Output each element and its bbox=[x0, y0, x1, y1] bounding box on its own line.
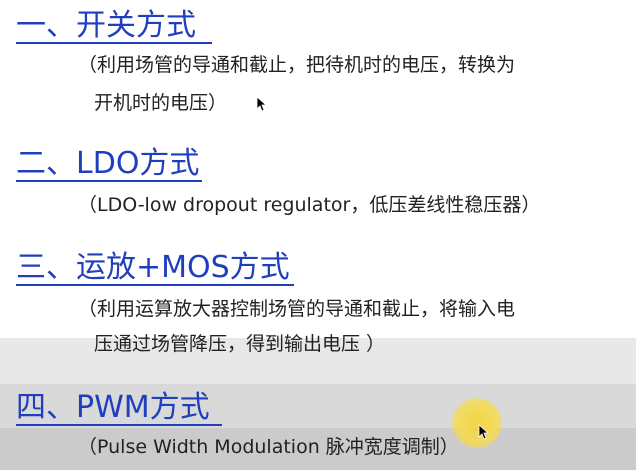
cursor-highlight-circle bbox=[452, 398, 502, 448]
section-1-desc-line-1: （利用场管的导通和截止，把待机时的电压，转换为 bbox=[78, 54, 516, 76]
section-1-underline bbox=[16, 42, 212, 44]
section-4-title: 四、PWM方式 bbox=[16, 390, 210, 425]
section-1-desc-line-2: 开机时的电压） bbox=[94, 92, 228, 114]
mouse-pointer-icon bbox=[256, 96, 268, 112]
section-3-underline bbox=[16, 284, 294, 286]
section-4-underline bbox=[16, 424, 222, 426]
section-3-title: 三、运放+MOS方式 bbox=[16, 250, 290, 285]
section-1-title: 一、开关方式 bbox=[16, 8, 196, 43]
mouse-pointer-icon-2 bbox=[478, 424, 490, 440]
section-3-desc-line-2: 压通过场管降压，得到输出电压 ） bbox=[94, 333, 386, 355]
cropped-top-text bbox=[110, 0, 370, 4]
section-3-desc-line-1: （利用运算放大器控制场管的导通和截止，将输入电 bbox=[78, 298, 516, 320]
section-2-underline bbox=[16, 180, 202, 182]
section-2-title: 二、LDO方式 bbox=[16, 146, 200, 181]
section-2-desc-line-1: （LDO-low dropout regulator，低压差线性稳压器） bbox=[78, 194, 541, 216]
section-4-desc-line-1: （Pulse Width Modulation 脉冲宽度调制） bbox=[78, 436, 459, 458]
